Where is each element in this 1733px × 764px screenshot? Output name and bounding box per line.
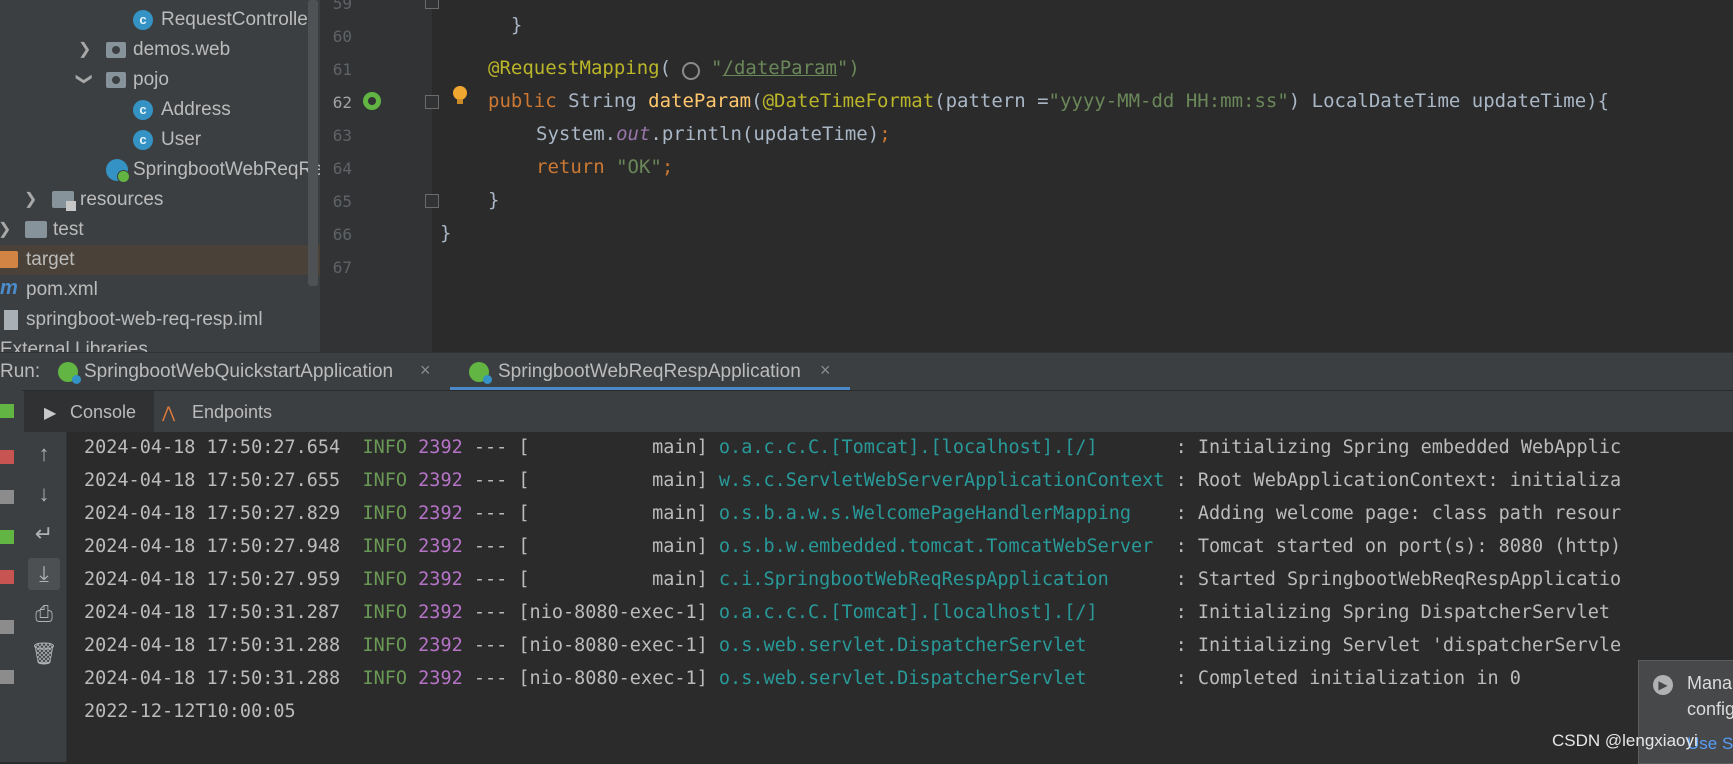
tab-console[interactable]: ▶ Console [24,391,154,433]
console-toolbar: ↑ ↓ ↵ ⤓ ⎙ 🗑 [22,432,67,762]
console-tab-bar: ▶ Console ⋀ Endpoints [0,390,1733,433]
class-icon: c [133,130,153,150]
tree-item-external-libraries[interactable]: External Libraries [0,335,320,352]
project-tree: c RequestController ❯ demos.web ❯ pojo c… [0,0,320,352]
folder-icon [25,221,47,238]
line-number: 60 [332,27,352,46]
tree-item-test[interactable]: ❯ test [0,215,320,245]
tree-item-request-controller[interactable]: c RequestController [0,5,320,35]
line-number: 62 [332,93,352,112]
tree-item-springboot-app[interactable]: SpringbootWebReqRe [0,155,320,185]
line-number: 65 [332,192,352,211]
globe-icon[interactable] [682,62,700,80]
code-line-65: } [488,189,500,211]
package-icon [106,72,126,88]
log-line: 2024-04-18 17:50:27.829 INFO 2392 --- [ … [84,503,1622,524]
code-line-64: return "OK"; [536,156,674,178]
scroll-to-end-icon[interactable]: ⤓ [28,558,60,590]
tree-item-user[interactable]: c User [0,125,320,155]
run-tab-reqresp[interactable]: SpringbootWebReqRespApplication × [450,353,850,391]
log-line: 2024-04-18 17:50:31.287 INFO 2392 --- [n… [84,602,1622,623]
run-tab-quickstart[interactable]: SpringbootWebQuickstartApplication × [52,353,442,391]
print-icon[interactable]: ⎙ [28,598,60,630]
soft-wrap-icon[interactable]: ↵ [28,518,60,550]
tab-endpoints[interactable]: ⋀ Endpoints [160,391,290,433]
log-line: 2024-04-18 17:50:27.959 INFO 2392 --- [ … [84,569,1622,590]
class-icon: c [133,100,153,120]
lightbulb-icon[interactable] [453,86,467,104]
tree-item-address[interactable]: c Address [0,95,320,125]
class-icon: c [133,10,153,30]
log-line: 2024-04-18 17:50:27.655 INFO 2392 --- [ … [84,470,1622,491]
console-icon: ▶ [44,405,57,422]
restore-layout-icon[interactable] [0,530,14,544]
fold-marker-icon[interactable] [425,0,439,9]
tree-item-pom-xml[interactable]: m pom.xml [0,275,320,305]
tree-item-pojo[interactable]: ❯ pojo [0,65,320,95]
trash-icon[interactable]: 🗑 [28,638,60,670]
spring-run-icon [469,362,492,384]
line-number: 61 [332,60,352,79]
pin-icon[interactable] [0,670,14,684]
package-icon [106,42,126,58]
record-icon[interactable] [0,570,14,584]
tree-item-demos-web[interactable]: ❯ demos.web [0,35,320,65]
excluded-folder-icon [0,251,18,268]
code-line-66: } [440,222,452,244]
spring-bean-icon[interactable] [363,92,381,110]
tree-item-iml[interactable]: springboot-web-req-resp.iml [0,305,320,335]
log-line: 2024-04-18 17:50:27.654 INFO 2392 --- [ … [84,437,1622,458]
close-icon[interactable]: × [420,360,431,381]
endpoints-icon: ⋀ [162,405,176,422]
iml-file-icon [4,310,18,330]
resources-folder-icon [52,191,76,211]
play-icon: ▶ [1653,675,1673,695]
arrow-up-icon[interactable]: ↑ [28,438,60,470]
close-icon[interactable]: × [820,360,831,381]
chevron-down-icon[interactable]: ❯ [75,72,95,85]
chevron-right-icon[interactable]: ❯ [78,39,91,59]
spring-run-icon [58,362,81,384]
line-number: 66 [332,225,352,244]
tree-item-resources[interactable]: ❯ resources [0,185,320,215]
log-line: 2024-04-18 17:50:31.288 INFO 2392 --- [n… [84,635,1622,656]
run-tool-window-header: Run: SpringbootWebQuickstartApplication … [0,352,1733,391]
line-number: 67 [332,258,352,277]
run-label: Run: [0,361,41,382]
code-line-59: } [510,14,523,36]
tree-scrollbar[interactable] [308,0,318,286]
line-number: 63 [332,126,352,145]
tree-item-target[interactable]: target [0,245,320,275]
console-output[interactable]: 2024-04-18 17:50:27.654 INFO 2392 --- [ … [67,432,1733,762]
code-line-62: public String dateParam(@DateTimeFormat(… [488,90,1610,112]
stop-icon[interactable] [0,450,14,464]
maven-icon: m [0,277,18,299]
chevron-right-icon[interactable]: ❯ [24,189,37,209]
spring-app-icon [106,159,130,183]
chevron-right-icon[interactable]: ❯ [0,219,11,239]
arrow-down-icon[interactable]: ↓ [28,478,60,510]
camera-icon[interactable] [0,490,14,504]
log-line: 2024-04-18 17:50:31.288 INFO 2392 --- [n… [84,668,1521,689]
watermark: CSDN @lengxiaoyi [1552,731,1698,750]
log-line: 2024-04-18 17:50:27.948 INFO 2392 --- [ … [84,536,1622,557]
code-line-63: System.out.println(updateTime); [536,123,891,145]
program-output-line: 2022-12-12T10:00:05 [84,701,296,722]
fold-marker-icon[interactable] [425,95,439,109]
code-line-61: @RequestMapping("/dateParam") [488,57,860,79]
request-path-link[interactable]: /dateParam [723,57,837,79]
layout-icon[interactable] [0,620,14,634]
rerun-icon[interactable] [0,404,14,418]
line-number: 64 [332,159,352,178]
line-number: 59 [332,0,352,13]
fold-marker-icon[interactable] [425,194,439,208]
run-actions-strip [0,390,22,762]
